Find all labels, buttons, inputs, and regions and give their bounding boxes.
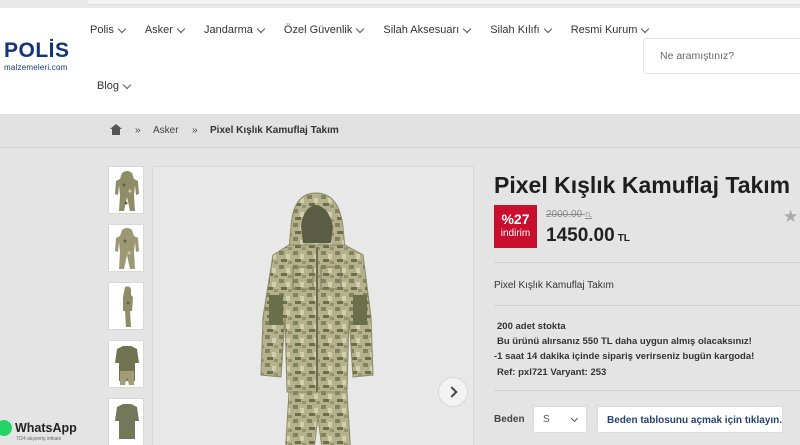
nav-item-asker[interactable]: Asker: [144, 20, 186, 40]
site-logo[interactable]: POLİS malzemeleri.com: [4, 40, 84, 84]
new-price-currency: TL: [617, 233, 630, 244]
divider: [494, 305, 800, 306]
nav-label: Jandarma: [203, 24, 253, 36]
size-select[interactable]: S: [533, 406, 587, 433]
whatsapp-button[interactable]: WhatsApp 7/24 alışveriş imkanı: [0, 420, 88, 445]
breadcrumb: » Asker » Pixel Kışlık Kamuflaj Takım: [0, 114, 800, 148]
chevron-down-icon: [641, 24, 650, 33]
chevron-right-icon: [446, 386, 458, 398]
size-table-button[interactable]: Beden tablosunu açmak için tıklayın.: [597, 406, 783, 433]
nav-label: Polis: [90, 24, 114, 36]
nav-item-jandarma[interactable]: Jandarma: [203, 20, 266, 40]
thumbnail-3[interactable]: [108, 282, 144, 330]
chevron-down-icon: [176, 24, 186, 33]
chevron-down-icon: [462, 24, 472, 33]
nav-item-ozel-guvenlik[interactable]: Özel Güvenlik: [283, 20, 365, 40]
camo-suit-image: [260, 192, 374, 445]
favorite-star-icon[interactable]: ★: [783, 207, 798, 227]
divider: [494, 262, 800, 263]
home-icon: [110, 124, 122, 135]
size-select-value: S: [543, 414, 550, 425]
new-price: 1450.00 TL: [546, 225, 630, 247]
camo-suit-side-icon: [123, 286, 133, 327]
old-price-value: 2000.00: [546, 209, 583, 220]
old-price: 2000.00 TL: [546, 209, 592, 220]
chevron-down-icon: [543, 24, 552, 33]
nav-item-blog[interactable]: Blog: [97, 80, 132, 92]
short-description: Pixel Kışlık Kamuflaj Takım: [494, 280, 614, 291]
camo-suit-front-icon: [115, 171, 139, 211]
shipping-text: -1 saat 14 dakika içinde sipariş verirse…: [494, 351, 755, 362]
thumbnail-2[interactable]: [108, 224, 144, 272]
breadcrumb-home[interactable]: [110, 124, 122, 135]
nav-item-silah-kilifi[interactable]: Silah Kılıfı: [490, 20, 552, 40]
discount-badge: %27 indirim: [494, 205, 537, 248]
thumbnail-4[interactable]: [108, 340, 144, 388]
camo-suit-back-icon: [115, 228, 139, 269]
nav-label: Silah Kılıfı: [490, 24, 540, 36]
new-price-value: 1450.00: [546, 225, 615, 246]
camo-shirt-back-icon: [115, 404, 139, 439]
nav-item-resmi-kurum[interactable]: Resmi Kurum: [570, 20, 650, 40]
stock-text: 200 adet stokta: [497, 321, 566, 332]
nav-label: Resmi Kurum: [570, 24, 638, 36]
product-main-image[interactable]: [152, 166, 474, 445]
size-label: Beden: [494, 414, 525, 425]
breadcrumb-current: Pixel Kışlık Kamuflaj Takım: [210, 125, 339, 136]
chevron-down-icon: [570, 414, 579, 423]
header: POLİS malzemeleri.com Polis Asker Jandar…: [0, 8, 800, 114]
nav-label: Asker: [144, 24, 173, 36]
product-title: Pixel Kışlık Kamuflaj Takım: [494, 172, 791, 198]
nav-label: Özel Güvenlik: [283, 24, 353, 36]
nav-item-silah-aksesuari[interactable]: Silah Aksesuarı: [383, 20, 472, 40]
main-nav: Polis Asker Jandarma Özel Güvenlik Silah…: [90, 20, 668, 40]
logo-sub: malzemeleri.com: [4, 63, 68, 72]
next-image-button[interactable]: [438, 377, 468, 407]
logo-word: POLİS: [4, 39, 70, 62]
top-bar-inner: [88, 0, 800, 5]
chevron-down-icon: [117, 24, 127, 33]
thumbnail-1[interactable]: [108, 166, 144, 214]
whatsapp-sub: 7/24 alışveriş imkanı: [16, 436, 62, 442]
chevron-down-icon: [256, 24, 266, 33]
chevron-down-icon: [122, 80, 132, 89]
nav-label: Blog: [97, 80, 120, 92]
whatsapp-label: WhatsApp: [15, 421, 77, 435]
divider: [494, 390, 800, 391]
chevron-down-icon: [356, 24, 365, 33]
discount-percent: %27: [501, 211, 530, 227]
whatsapp-icon: [0, 420, 12, 436]
breadcrumb-link-asker[interactable]: Asker: [153, 125, 179, 136]
breadcrumb-separator: »: [192, 125, 198, 136]
search-input[interactable]: Ne aramıştınız?: [643, 38, 800, 74]
breadcrumb-separator: »: [135, 125, 141, 136]
nav-label: Silah Aksesuarı: [383, 24, 460, 36]
discount-label: indirim: [500, 228, 531, 239]
ref-text: Ref: pxl721 Varyant: 253: [497, 367, 607, 378]
savings-text: Bu ürünü alırsanız 550 TL daha uygun alm…: [497, 336, 752, 347]
camo-shirt-icon: [115, 346, 139, 385]
thumbnail-5[interactable]: [108, 398, 144, 445]
top-strip: [0, 0, 800, 8]
old-price-currency: TL: [584, 213, 592, 219]
nav-item-polis[interactable]: Polis: [90, 20, 127, 40]
